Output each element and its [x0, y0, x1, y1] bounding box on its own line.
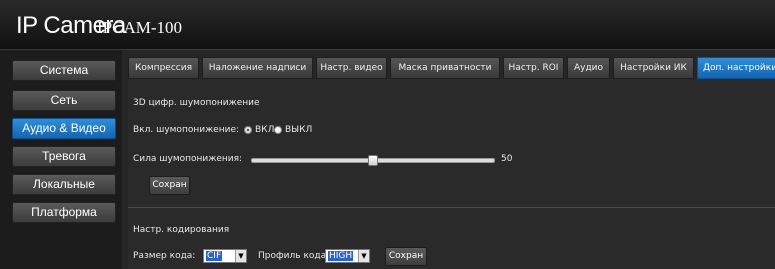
noise-enable-label: Вкл. шумопонижение: [133, 125, 240, 135]
sidebar-item-local[interactable]: Локальные [12, 174, 116, 195]
sidebar-item-system[interactable]: Система [12, 60, 116, 81]
encoding-save-button[interactable]: Сохран [385, 247, 427, 266]
noise-off-radio[interactable] [274, 126, 282, 134]
encoding-section-title: Настр. кодирования [133, 225, 230, 235]
encode-size-select[interactable]: CIF ▼ [203, 249, 247, 263]
sidebar-item-platform[interactable]: Платформа [12, 202, 116, 223]
noise-on-label: ВКЛ [255, 125, 275, 135]
tab-overlay[interactable]: Наложение надписи [202, 57, 313, 79]
sidebar-item-network[interactable]: Сеть [12, 90, 116, 111]
encode-profile-value: HIGH [328, 251, 354, 261]
encode-profile-label: Профиль кода: [258, 251, 330, 261]
sidebar-item-audio-video[interactable]: Аудио & Видео [12, 118, 116, 139]
app-window: IP Camera IPCAM-100 Система Сеть Аудио &… [0, 0, 775, 269]
header-bar: IP Camera IPCAM-100 [0, 0, 775, 50]
sidebar: Система Сеть Аудио & Видео Тревога Локал… [0, 50, 122, 269]
tab-advanced[interactable]: Доп. настройки [697, 57, 775, 79]
noise-section-title: 3D цифр. шумопонижение [133, 98, 260, 108]
noise-off-label: ВЫКЛ [285, 125, 313, 135]
noise-on-radio[interactable] [244, 126, 252, 134]
section-divider [128, 207, 775, 208]
noise-strength-slider-thumb[interactable] [368, 155, 378, 166]
tab-audio[interactable]: Аудио [567, 57, 610, 79]
noise-strength-value: 50 [501, 154, 513, 164]
chevron-down-icon: ▼ [358, 250, 369, 262]
encode-size-value: CIF [206, 251, 223, 261]
encode-profile-select[interactable]: HIGH ▼ [325, 249, 370, 263]
tab-privacy-mask[interactable]: Маска приватности [390, 57, 500, 79]
encode-size-label: Размер кода: [133, 251, 196, 261]
tab-compression[interactable]: Компрессия [128, 57, 199, 79]
tab-video-settings[interactable]: Настр. видео [316, 57, 387, 79]
tab-ir-settings[interactable]: Настройки ИК [613, 57, 694, 79]
main-panel: Компрессия Наложение надписи Настр. виде… [122, 50, 775, 269]
noise-strength-label: Сила шумопонижения: [133, 154, 243, 164]
model-name: IPCAM-100 [97, 18, 183, 37]
chevron-down-icon: ▼ [235, 250, 246, 262]
noise-save-button[interactable]: Сохран [149, 176, 190, 195]
settings-content: 3D цифр. шумопонижение Вкл. шумопонижени… [128, 79, 775, 269]
sidebar-item-alarm[interactable]: Тревога [12, 146, 116, 167]
tab-roi[interactable]: Настр. ROI [503, 57, 564, 79]
